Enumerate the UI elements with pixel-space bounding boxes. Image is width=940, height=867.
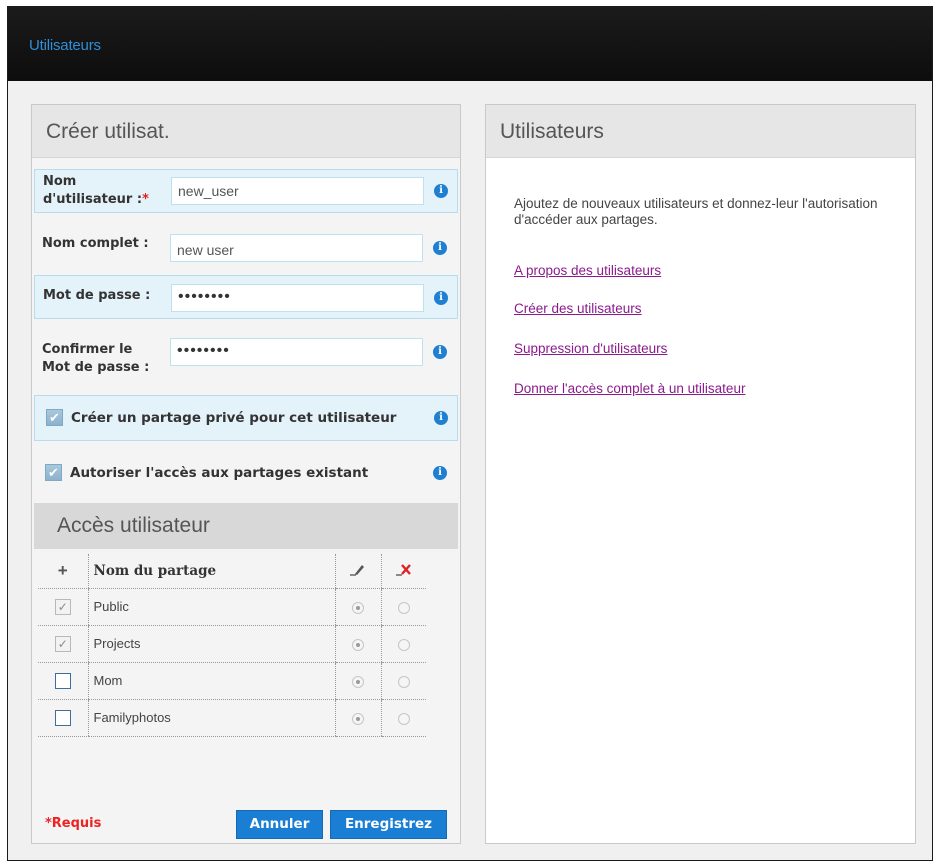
share-checkbox[interactable] <box>54 672 71 689</box>
table-row: ✓ Projects <box>38 625 426 663</box>
table-row: Familyphotos <box>38 699 426 737</box>
private-share-label: Créer un partage privé pour cet utilisat… <box>71 410 397 426</box>
help-header: Utilisateurs <box>486 105 915 158</box>
link-create-users[interactable]: Créer des utilisateurs <box>514 301 642 316</box>
confirm-password-input[interactable]: •••••••• <box>170 338 423 366</box>
share-checkbox: ✓ <box>54 635 71 652</box>
info-icon[interactable]: i <box>433 466 447 480</box>
create-user-title: Créer utilisat. <box>46 120 170 143</box>
fullname-label: Nom complet : <box>42 236 149 251</box>
required-asterisk: * <box>142 192 149 207</box>
top-bar: Utilisateurs <box>8 7 932 81</box>
create-user-panel: Créer utilisat. Nom d'utilisateur :* new… <box>31 104 461 844</box>
share-name: Public <box>87 588 335 626</box>
private-share-row: ✔ Créer un partage privé pour cet utilis… <box>34 395 458 441</box>
password-label: Mot de passe : <box>43 288 151 303</box>
share-name-header: Nom du partage <box>93 562 217 579</box>
read-write-icon <box>350 565 364 576</box>
share-access-table: + Nom du partage ✓ Public ✓ Projects Mom… <box>38 554 426 737</box>
save-button[interactable]: Enregistrez <box>330 810 447 839</box>
fullname-row: Nom complet : new user i <box>34 225 458 269</box>
share-checkbox: ✓ <box>54 598 71 615</box>
existing-shares-row: ✔ Autoriser l'accès aux partages existan… <box>34 453 458 493</box>
deny-radio[interactable] <box>397 712 410 725</box>
table-header-row: + Nom du partage <box>38 554 426 589</box>
existing-shares-label: Autoriser l'accès aux partages existant <box>70 465 369 481</box>
password-row: Mot de passe : •••••••• i <box>34 275 458 319</box>
table-row: Mom <box>38 662 426 700</box>
existing-shares-checkbox[interactable]: ✔ <box>45 464 62 481</box>
deny-radio[interactable] <box>397 675 410 688</box>
info-icon[interactable]: i <box>434 291 448 305</box>
link-full-access[interactable]: Donner l'accès complet à un utilisateur <box>514 381 745 396</box>
help-intro: Ajoutez de nouveaux utilisateurs et donn… <box>514 196 878 227</box>
user-access-title: Accès utilisateur <box>57 514 210 537</box>
share-checkbox[interactable] <box>54 709 71 726</box>
confirm-password-row: Confirmer le Mot de passe : •••••••• i <box>34 333 458 381</box>
deny-access-icon <box>395 564 411 576</box>
info-icon[interactable]: i <box>433 345 447 359</box>
username-input[interactable]: new_user <box>171 177 424 205</box>
info-icon[interactable]: i <box>434 184 448 198</box>
password-input[interactable]: •••••••• <box>171 284 424 312</box>
share-name: Projects <box>87 625 335 663</box>
deny-radio[interactable] <box>397 601 410 614</box>
read-write-radio[interactable] <box>352 638 364 651</box>
fullname-input[interactable]: new user <box>170 234 423 262</box>
username-row: Nom d'utilisateur :* new_user i <box>34 169 458 213</box>
info-icon[interactable]: i <box>433 241 447 255</box>
app-window: Utilisateurs Créer utilisat. Nom d'utili… <box>7 6 933 861</box>
read-write-radio[interactable] <box>352 601 364 614</box>
help-title: Utilisateurs <box>500 120 604 143</box>
confirm-password-label: Confirmer le Mot de passe : <box>42 342 150 375</box>
private-share-checkbox[interactable]: ✔ <box>46 409 63 426</box>
link-delete-users[interactable]: Suppression d'utilisateurs <box>514 341 667 356</box>
link-about-users[interactable]: A propos des utilisateurs <box>514 263 661 278</box>
deny-radio[interactable] <box>397 638 410 651</box>
read-write-radio[interactable] <box>352 712 364 725</box>
table-row: ✓ Public <box>38 588 426 626</box>
cancel-button[interactable]: Annuler <box>236 810 323 839</box>
share-name: Mom <box>87 662 335 700</box>
read-write-radio[interactable] <box>352 675 364 688</box>
page-title: Utilisateurs <box>29 37 101 54</box>
required-note: *Requis <box>45 816 102 831</box>
info-icon[interactable]: i <box>434 411 448 425</box>
share-name: Familyphotos <box>87 699 335 737</box>
user-access-header: Accès utilisateur <box>34 503 458 549</box>
add-share-icon[interactable]: + <box>58 561 68 580</box>
create-user-header: Créer utilisat. <box>32 105 460 158</box>
username-label: Nom d'utilisateur :* <box>43 174 149 207</box>
help-panel: Utilisateurs Ajoutez de nouveaux utilisa… <box>485 104 916 844</box>
